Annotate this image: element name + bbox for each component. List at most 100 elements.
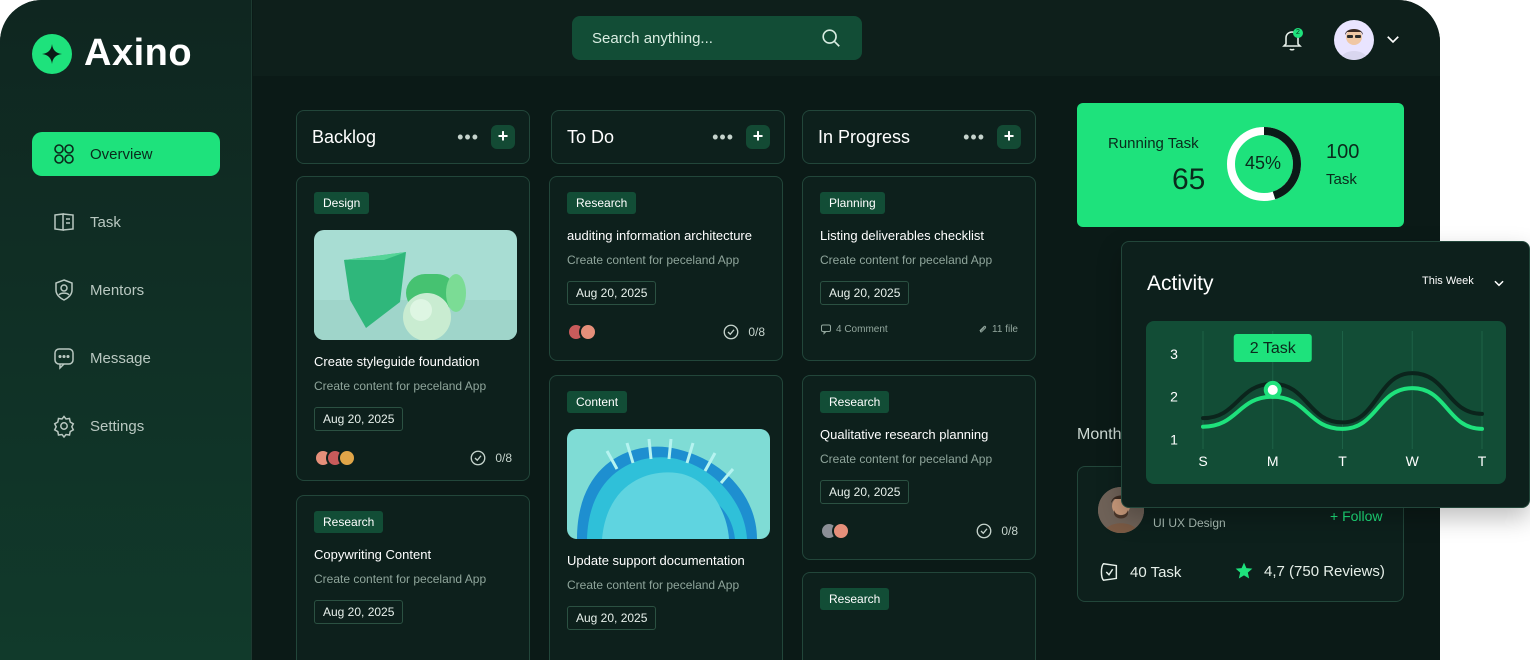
running-task-percent: 45% xyxy=(1244,153,1282,173)
checklist-progress: 0/8 xyxy=(748,325,765,339)
running-task-value: 65 xyxy=(1172,163,1206,196)
sidebar-item-message[interactable]: Message xyxy=(32,336,220,380)
gear-icon xyxy=(53,415,75,438)
attachment-icon xyxy=(979,325,987,332)
assignee-avatars xyxy=(567,323,597,341)
task-card[interactable]: Research Copywriting Content Create cont… xyxy=(296,495,530,660)
task-card[interactable]: Research Qualitative research planning C… xyxy=(802,375,1036,560)
column-in-progress: In Progress ••• + xyxy=(802,110,1036,164)
mentor-task-count: 40 Task xyxy=(1098,561,1181,583)
due-date: Aug 20, 2025 xyxy=(820,281,910,305)
check-circle-icon xyxy=(723,324,739,340)
app-name: Axino xyxy=(84,32,193,74)
search-input[interactable]: Search anything... xyxy=(592,30,713,47)
sidebar-item-label: Message xyxy=(90,349,151,367)
due-date: Aug 20, 2025 xyxy=(314,407,404,431)
total-task-value: 100 xyxy=(1326,141,1360,163)
total-task-label: Task xyxy=(1326,171,1357,188)
add-card-button[interactable]: + xyxy=(997,125,1021,149)
task-card[interactable]: Research auditing information architectu… xyxy=(549,176,783,361)
highlight-point-core xyxy=(1267,384,1278,395)
y-tick-label: 3 xyxy=(1170,346,1178,362)
sidebar-item-overview[interactable]: Overview xyxy=(32,132,220,176)
card-subtitle: Create content for peceland App xyxy=(567,578,740,592)
column-header: Backlog ••• + xyxy=(296,110,530,164)
column-title: In Progress xyxy=(818,126,911,147)
due-date: Aug 20, 2025 xyxy=(820,480,910,504)
column-backlog: Backlog ••• + xyxy=(296,110,530,164)
chevron-down-icon[interactable] xyxy=(1492,276,1506,290)
assignee-avatars xyxy=(820,522,850,540)
sidebar-item-settings[interactable]: Settings xyxy=(32,404,220,448)
chevron-down-icon[interactable] xyxy=(1384,30,1402,48)
card-tag: Research xyxy=(820,588,890,610)
mentor-rating: 4,7 (750 Reviews) xyxy=(1234,561,1385,581)
card-title: Update support documentation xyxy=(567,553,745,568)
checklist-progress: 0/8 xyxy=(495,451,512,465)
card-subtitle: Create content for peceland App xyxy=(314,379,487,393)
search-icon[interactable] xyxy=(820,27,842,49)
running-task-label: Running Task xyxy=(1108,135,1199,152)
x-tick-label: T xyxy=(1338,453,1347,469)
task-card[interactable]: Design Create styleguide foundation Crea… xyxy=(296,176,530,481)
activity-panel: Activity This Week 1 2 3 S M T W T 2 Task xyxy=(1121,241,1530,508)
mentor-role: UI UX Design xyxy=(1153,516,1226,530)
card-title: Create styleguide foundation xyxy=(314,354,480,369)
period-select[interactable]: This Week xyxy=(1422,275,1474,287)
user-avatar[interactable] xyxy=(1334,20,1374,60)
column-todo: To Do ••• + xyxy=(551,110,785,164)
grid-icon xyxy=(54,144,74,164)
due-date: Aug 20, 2025 xyxy=(567,606,657,630)
logo-icon xyxy=(32,33,72,74)
column-header: In Progress ••• + xyxy=(802,110,1036,164)
card-tag: Research xyxy=(314,511,384,533)
card-tag: Research xyxy=(567,192,637,214)
card-subtitle: Create content for peceland App xyxy=(314,572,487,586)
task-card[interactable]: Planning Listing deliverables checklist … xyxy=(802,176,1036,361)
file-count[interactable]: 11 file xyxy=(977,324,1018,335)
more-options-icon[interactable]: ••• xyxy=(457,127,479,148)
x-tick-label: M xyxy=(1267,453,1279,469)
column-header: To Do ••• + xyxy=(551,110,785,164)
assignee-avatars xyxy=(314,449,356,467)
follow-button[interactable]: + Follow xyxy=(1330,508,1383,524)
card-tag: Content xyxy=(567,391,628,413)
activity-title: Activity xyxy=(1147,272,1214,295)
file-label: 11 file xyxy=(992,323,1018,335)
search-bar[interactable]: Search anything... xyxy=(572,16,862,60)
star-icon xyxy=(1235,562,1253,579)
x-tick-label: W xyxy=(1406,453,1420,469)
running-task-card: Running Task 65 45% 100 Task xyxy=(1077,103,1404,227)
logo[interactable]: Axino xyxy=(32,32,192,75)
rating-label: 4,7 (750 Reviews) xyxy=(1264,562,1385,580)
card-title: Qualitative research planning xyxy=(820,427,989,442)
task-card[interactable]: Content Update support documentation Cre… xyxy=(549,375,783,660)
task-card[interactable]: Research xyxy=(802,572,1036,660)
activity-chart-svg: 1 2 3 S M T W T 2 Task xyxy=(1170,331,1487,469)
sidebar-item-label: Overview xyxy=(90,145,153,163)
book-icon xyxy=(54,213,74,231)
due-date: Aug 20, 2025 xyxy=(567,281,657,305)
sidebar-nav: Overview Task Mentors Message Settings xyxy=(32,132,220,472)
more-options-icon[interactable]: ••• xyxy=(712,127,734,148)
comment-label: 4 Comment xyxy=(836,323,888,335)
sidebar-item-mentors[interactable]: Mentors xyxy=(32,268,220,312)
avatar xyxy=(832,522,850,540)
sidebar-item-task[interactable]: Task xyxy=(32,200,220,244)
section-heading: Month xyxy=(1077,426,1122,443)
activity-chart: 1 2 3 S M T W T 2 Task xyxy=(1146,321,1506,484)
y-tick-label: 1 xyxy=(1170,432,1178,448)
chat-icon xyxy=(54,348,74,370)
more-options-icon[interactable]: ••• xyxy=(963,127,985,148)
comment-count[interactable]: 4 Comment xyxy=(820,323,888,335)
add-card-button[interactable]: + xyxy=(491,125,515,149)
add-card-button[interactable]: + xyxy=(746,125,770,149)
tooltip-label: 2 Task xyxy=(1250,340,1297,357)
column-title: To Do xyxy=(567,126,615,147)
card-subtitle: Create content for peceland App xyxy=(567,253,740,267)
checklist-progress: 0/8 xyxy=(1001,524,1018,538)
check-circle-icon xyxy=(470,450,486,466)
card-image xyxy=(314,230,517,340)
x-tick-label: T xyxy=(1478,453,1487,469)
sidebar: Axino Overview Task Mentors Message Sett… xyxy=(0,0,252,660)
